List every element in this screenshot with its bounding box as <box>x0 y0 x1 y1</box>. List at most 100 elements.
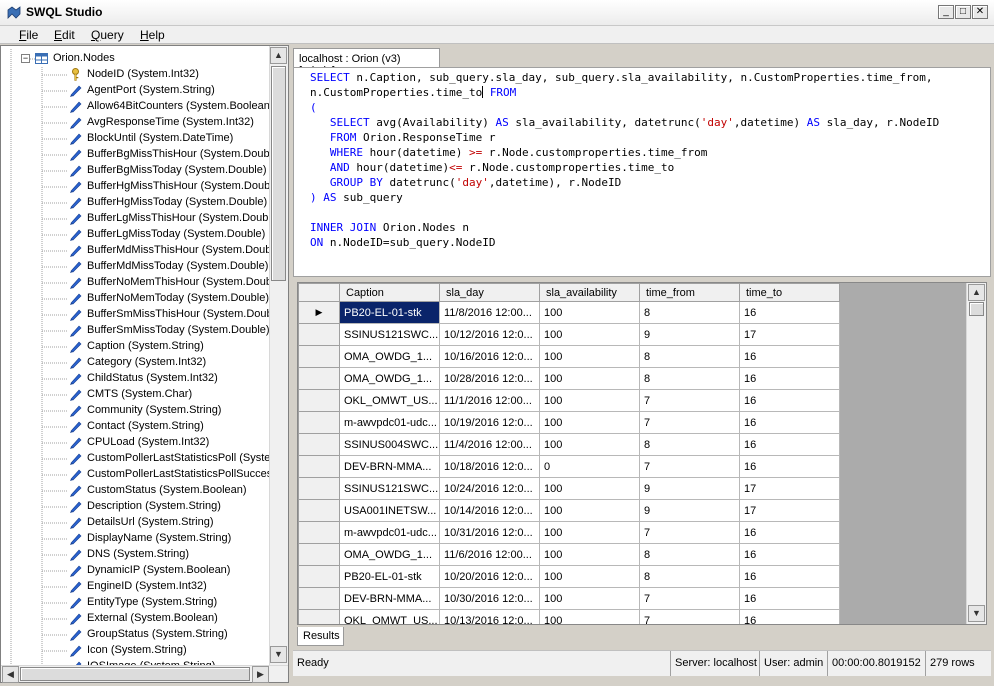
close-button[interactable]: ✕ <box>972 5 988 19</box>
table-cell[interactable]: 16 <box>739 587 840 610</box>
table-row[interactable]: OMA_OWDG_1... 10/28/2016 12:0... 100 8 16 <box>298 367 840 390</box>
table-cell[interactable]: 16 <box>739 609 840 624</box>
table-cell[interactable]: 100 <box>539 433 640 456</box>
table-cell[interactable]: 9 <box>639 477 740 500</box>
table-cell[interactable]: 7 <box>639 389 740 412</box>
table-cell[interactable]: 10/14/2016 12:0... <box>439 499 540 522</box>
table-cell[interactable]: 16 <box>739 411 840 434</box>
table-cell[interactable]: m-awvpdc01-udc... <box>339 521 440 544</box>
table-cell[interactable]: 16 <box>739 389 840 412</box>
column-header[interactable]: sla_availability <box>539 283 640 302</box>
table-cell[interactable]: DEV-BRN-MMA... <box>339 455 440 478</box>
table-cell[interactable]: 0 <box>539 455 640 478</box>
table-cell[interactable]: OKL_OMWT_US... <box>339 389 440 412</box>
table-cell[interactable]: 8 <box>639 345 740 368</box>
table-row[interactable]: SSINUS121SWC... 10/24/2016 12:0... 100 9 17 <box>298 477 840 500</box>
table-cell[interactable]: 7 <box>639 411 740 434</box>
results-grid[interactable]: Caption sla_day sla_availability time_fr… <box>297 282 987 625</box>
grid-vertical-scrollbar[interactable]: ▲ ▼ <box>966 283 986 624</box>
table-cell[interactable]: 10/18/2016 12:0... <box>439 455 540 478</box>
table-row[interactable]: OMA_OWDG_1... 11/6/2016 12:00... 100 8 16 <box>298 543 840 566</box>
table-row[interactable]: OKL_OMWT_US... 11/1/2016 12:00... 100 7 16 <box>298 389 840 412</box>
table-cell[interactable]: OMA_OWDG_1... <box>339 367 440 390</box>
query-tab[interactable]: localhost : Orion (v3) [admin] <box>293 48 440 77</box>
table-row[interactable]: m-awvpdc01-udc... 10/31/2016 12:0... 100 7 1… <box>298 521 840 544</box>
tree-horizontal-scrollbar[interactable]: ◀ ▶ <box>1 665 288 683</box>
table-cell[interactable]: 11/8/2016 12:00... <box>439 301 540 324</box>
table-cell[interactable]: 10/19/2016 12:0... <box>439 411 540 434</box>
table-cell[interactable]: 100 <box>539 499 640 522</box>
table-cell[interactable]: 100 <box>539 543 640 566</box>
table-cell[interactable]: 7 <box>639 609 740 624</box>
table-cell[interactable]: 8 <box>639 301 740 324</box>
tree-vertical-scrollbar[interactable]: ▲ ▼ <box>269 46 288 665</box>
collapse-toggle-icon[interactable]: − <box>21 54 30 63</box>
table-row[interactable]: ▶ PB20-EL-01-stk 11/8/2016 12:00... 100 8 16 <box>298 301 840 324</box>
table-cell[interactable]: DEV-BRN-MMA... <box>339 587 440 610</box>
row-header[interactable] <box>298 499 340 522</box>
table-cell[interactable]: 9 <box>639 499 740 522</box>
row-header[interactable] <box>298 433 340 456</box>
table-cell[interactable]: 8 <box>639 565 740 588</box>
results-tab[interactable]: Results <box>297 627 344 646</box>
scroll-down-arrow-icon[interactable]: ▼ <box>270 646 287 663</box>
column-header[interactable]: Caption <box>339 283 440 302</box>
table-cell[interactable]: 7 <box>639 455 740 478</box>
menu-query[interactable]: Query <box>91 28 124 42</box>
table-cell[interactable]: m-awvpdc01-udc... <box>339 411 440 434</box>
row-header[interactable] <box>298 477 340 500</box>
table-cell[interactable]: OKL_OMWT_US... <box>339 609 440 624</box>
query-text[interactable]: SELECT n.Caption, sub_query.sla_day, sub… <box>310 70 939 250</box>
table-row[interactable]: DEV-BRN-MMA... 10/18/2016 12:0... 0 7 16 <box>298 455 840 478</box>
scroll-down-arrow-icon[interactable]: ▼ <box>968 605 985 622</box>
query-editor[interactable]: SELECT n.Caption, sub_query.sla_day, sub… <box>293 67 991 277</box>
table-cell[interactable]: 16 <box>739 543 840 566</box>
table-cell[interactable]: 10/16/2016 12:0... <box>439 345 540 368</box>
table-cell[interactable]: PB20-EL-01-stk <box>339 565 440 588</box>
table-cell[interactable]: 10/28/2016 12:0... <box>439 367 540 390</box>
table-row[interactable]: m-awvpdc01-udc... 10/19/2016 12:0... 100 7 1… <box>298 411 840 434</box>
table-cell[interactable]: 10/20/2016 12:0... <box>439 565 540 588</box>
table-row[interactable]: OKL_OMWT_US... 10/13/2016 12:0... 100 7 16 <box>298 609 840 624</box>
table-cell[interactable]: 9 <box>639 323 740 346</box>
table-cell[interactable]: 16 <box>739 455 840 478</box>
scroll-left-arrow-icon[interactable]: ◀ <box>2 666 19 683</box>
table-cell[interactable]: USA001INETSW... <box>339 499 440 522</box>
table-row[interactable]: SSINUS121SWC... 10/12/2016 12:0... 100 9 17 <box>298 323 840 346</box>
current-row-indicator-icon[interactable]: ▶ <box>298 301 340 324</box>
table-cell[interactable]: 100 <box>539 345 640 368</box>
scroll-thumb[interactable] <box>271 66 286 281</box>
table-row[interactable]: SSINUS004SWC... 11/4/2016 12:00... 100 8 16 <box>298 433 840 456</box>
table-cell[interactable]: 100 <box>539 587 640 610</box>
minimize-button[interactable]: _ <box>938 5 954 19</box>
table-cell[interactable]: 10/30/2016 12:0... <box>439 587 540 610</box>
row-header[interactable] <box>298 565 340 588</box>
table-row[interactable]: USA001INETSW... 10/14/2016 12:0... 100 9 17 <box>298 499 840 522</box>
table-cell[interactable]: 16 <box>739 301 840 324</box>
row-header[interactable] <box>298 609 340 624</box>
editor-results-splitter[interactable] <box>293 277 991 281</box>
table-cell[interactable]: 100 <box>539 521 640 544</box>
table-cell[interactable]: 17 <box>739 477 840 500</box>
maximize-button[interactable]: □ <box>955 5 971 19</box>
scroll-up-arrow-icon[interactable]: ▲ <box>968 284 985 301</box>
table-cell[interactable]: 100 <box>539 323 640 346</box>
table-row[interactable]: DEV-BRN-MMA... 10/30/2016 12:0... 100 7 16 <box>298 587 840 610</box>
row-header[interactable] <box>298 389 340 412</box>
column-header[interactable]: time_to <box>739 283 840 302</box>
table-cell[interactable]: 16 <box>739 367 840 390</box>
table-cell[interactable]: 16 <box>739 565 840 588</box>
table-cell[interactable]: SSINUS121SWC... <box>339 477 440 500</box>
table-cell[interactable]: SSINUS004SWC... <box>339 433 440 456</box>
table-cell[interactable]: 11/4/2016 12:00... <box>439 433 540 456</box>
table-cell[interactable]: 11/1/2016 12:00... <box>439 389 540 412</box>
table-cell[interactable]: 8 <box>639 433 740 456</box>
table-cell[interactable]: 100 <box>539 367 640 390</box>
scroll-thumb-horizontal[interactable] <box>20 667 250 681</box>
table-cell[interactable]: 100 <box>539 477 640 500</box>
menu-edit[interactable]: Edit <box>54 28 75 42</box>
table-row[interactable]: OMA_OWDG_1... 10/16/2016 12:0... 100 8 16 <box>298 345 840 368</box>
table-cell[interactable]: 7 <box>639 587 740 610</box>
row-header[interactable] <box>298 411 340 434</box>
scroll-thumb[interactable] <box>969 302 984 316</box>
